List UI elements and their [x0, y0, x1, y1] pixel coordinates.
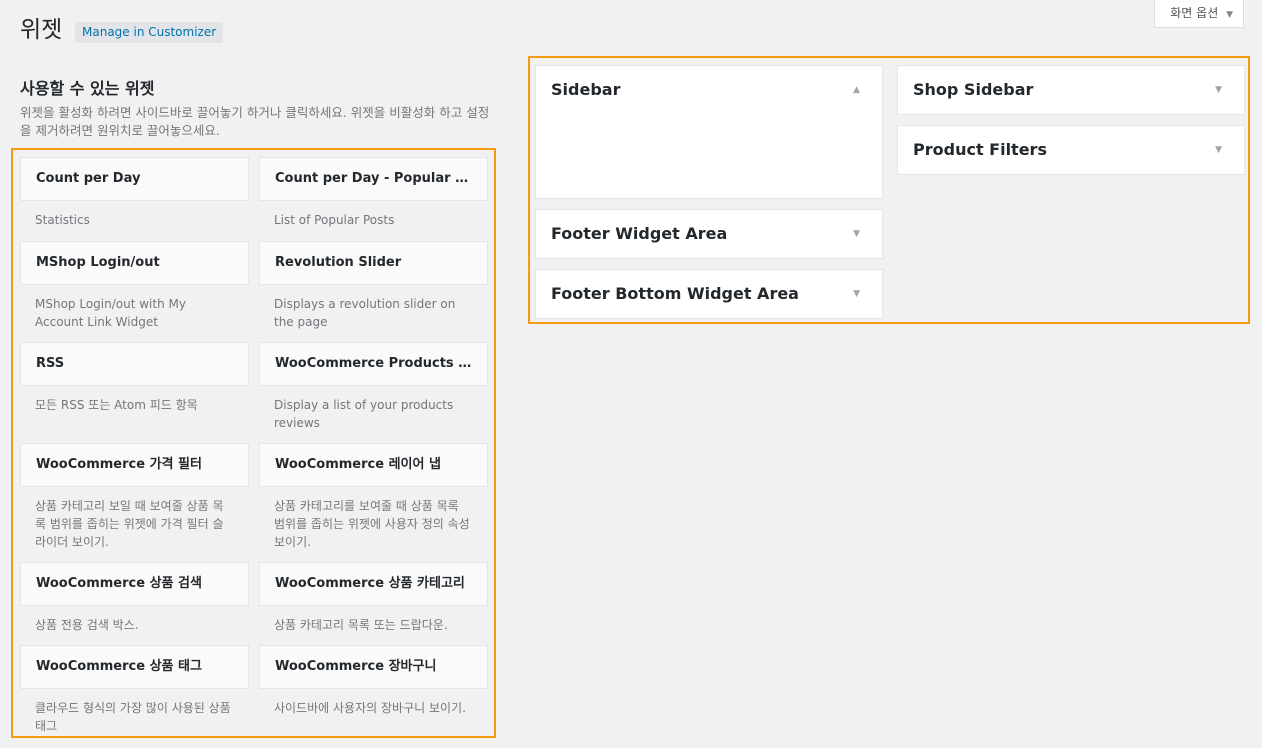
collapse-arrow-icon[interactable]: ▲	[853, 66, 860, 114]
widgets-page: 위젯 Manage in Customizer 화면 옵션 ▼ 사용할 수 있는…	[0, 0, 1262, 748]
widget-woocommerce-layered-nav[interactable]: WooCommerce 레이어 냅 상품 카테고리를 보여줄 때 상품 목록 범…	[259, 443, 488, 562]
widget-title[interactable]: Count per Day - Popular Posts	[259, 157, 488, 201]
widget-rss[interactable]: RSS 모든 RSS 또는 Atom 피드 항목	[20, 342, 249, 443]
page-title: 위젯	[20, 17, 63, 43]
widget-description: 상품 전용 검색 박스.	[35, 618, 139, 632]
widget-description: 사이드바에 사용자의 장바구니 보이기.	[274, 701, 466, 715]
widget-row: WooCommerce 상품 검색 상품 전용 검색 박스. WooCommer…	[20, 562, 488, 645]
widget-title[interactable]: WooCommerce 장바구니	[259, 645, 488, 689]
widget-description: Statistics	[35, 213, 90, 227]
widget-woocommerce-price-filter[interactable]: WooCommerce 가격 필터 상품 카테고리 보일 때 보여줄 상품 목록…	[20, 443, 249, 562]
widget-row: RSS 모든 RSS 또는 Atom 피드 항목 WooCommerce Pro…	[20, 342, 488, 443]
widget-revolution-slider[interactable]: Revolution Slider Displays a revolution …	[259, 241, 488, 342]
sidebars-highlight: Sidebar ▲ Footer Widget Area ▼ Footer Bo…	[528, 56, 1250, 324]
widget-description: Displays a revolution slider on the page	[274, 297, 456, 329]
sidebar-area-footer-bottom-widget-area[interactable]: Footer Bottom Widget Area ▼	[535, 269, 883, 319]
available-widgets-title: 사용할 수 있는 위젯	[20, 79, 155, 98]
available-widgets-list: Count per Day Statistics Count per Day -…	[20, 157, 488, 736]
available-widgets-highlight: Count per Day Statistics Count per Day -…	[11, 148, 496, 738]
widget-woocommerce-product-categories[interactable]: WooCommerce 상품 카테고리 상품 카테고리 목록 또는 드랍다운.	[259, 562, 488, 645]
widget-title[interactable]: Revolution Slider	[259, 241, 488, 285]
sidebar-name: Footer Bottom Widget Area	[551, 284, 799, 303]
sidebar-area-footer-widget-area[interactable]: Footer Widget Area ▼	[535, 209, 883, 259]
expand-arrow-icon[interactable]: ▼	[1215, 126, 1222, 174]
widget-title[interactable]: WooCommerce 상품 카테고리	[259, 562, 488, 606]
sidebar-area-shop-sidebar[interactable]: Shop Sidebar ▼	[897, 65, 1245, 115]
widget-description: 상품 카테고리를 보여줄 때 상품 목록 범위를 좁히는 위젯에 사용자 정의 …	[274, 499, 470, 549]
widget-title[interactable]: WooCommerce 상품 태그	[20, 645, 249, 689]
widget-title[interactable]: WooCommerce 상품 검색	[20, 562, 249, 606]
sidebar-name: Product Filters	[913, 140, 1047, 159]
widget-woocommerce-product-search[interactable]: WooCommerce 상품 검색 상품 전용 검색 박스.	[20, 562, 249, 645]
expand-arrow-icon[interactable]: ▼	[853, 270, 860, 318]
widget-title[interactable]: WooCommerce 레이어 냅	[259, 443, 488, 487]
widget-title[interactable]: MShop Login/out	[20, 241, 249, 285]
widget-description: Display a list of your products reviews	[274, 398, 454, 430]
widget-count-per-day-popular-posts[interactable]: Count per Day - Popular Posts List of Po…	[259, 157, 488, 241]
widget-title[interactable]: WooCommerce Products Revi…	[259, 342, 488, 386]
widget-description: 상품 카테고리 목록 또는 드랍다운.	[274, 618, 448, 632]
widget-mshop-login-out[interactable]: MShop Login/out MShop Login/out with My …	[20, 241, 249, 342]
sidebar-name: Shop Sidebar	[913, 80, 1034, 99]
widget-title[interactable]: WooCommerce 가격 필터	[20, 443, 249, 487]
expand-arrow-icon[interactable]: ▼	[1215, 66, 1222, 114]
sidebar-area-product-filters[interactable]: Product Filters ▼	[897, 125, 1245, 175]
widget-row: Count per Day Statistics Count per Day -…	[20, 157, 488, 241]
widget-row: MShop Login/out MShop Login/out with My …	[20, 241, 488, 342]
widget-description: 모든 RSS 또는 Atom 피드 항목	[35, 398, 198, 412]
widget-title[interactable]: Count per Day	[20, 157, 249, 201]
widget-woocommerce-product-tags[interactable]: WooCommerce 상품 태그 클라우드 형식의 가장 많이 사용된 상품 …	[20, 645, 249, 736]
sidebar-area-sidebar[interactable]: Sidebar ▲	[535, 65, 883, 199]
widget-description: 상품 카테고리 보일 때 보여줄 상품 목록 범위를 좁히는 위젯에 가격 필터…	[35, 499, 224, 549]
caret-down-icon: ▼	[1226, 10, 1233, 20]
expand-arrow-icon[interactable]: ▼	[853, 210, 860, 258]
widget-row: WooCommerce 가격 필터 상품 카테고리 보일 때 보여줄 상품 목록…	[20, 443, 488, 562]
widget-woocommerce-cart[interactable]: WooCommerce 장바구니 사이드바에 사용자의 장바구니 보이기.	[259, 645, 488, 736]
widget-description: MShop Login/out with My Account Link Wid…	[35, 297, 186, 329]
widget-description: 클라우드 형식의 가장 많이 사용된 상품 태그	[35, 701, 231, 733]
widget-title[interactable]: RSS	[20, 342, 249, 386]
widget-row: WooCommerce 상품 태그 클라우드 형식의 가장 많이 사용된 상품 …	[20, 645, 488, 736]
screen-options-label: 화면 옵션	[1170, 6, 1219, 20]
screen-options-button[interactable]: 화면 옵션 ▼	[1154, 0, 1244, 28]
available-widgets-description: 위젯을 활성화 하려면 사이드바로 끌어놓기 하거나 클릭하세요. 위젯을 비활…	[20, 105, 490, 138]
manage-in-customizer-button[interactable]: Manage in Customizer	[75, 22, 224, 43]
widget-count-per-day[interactable]: Count per Day Statistics	[20, 157, 249, 241]
sidebar-name: Footer Widget Area	[551, 224, 728, 243]
sidebar-name: Sidebar	[551, 80, 621, 99]
widget-woocommerce-product-reviews[interactable]: WooCommerce Products Revi… Display a lis…	[259, 342, 488, 443]
widget-description: List of Popular Posts	[274, 213, 395, 227]
